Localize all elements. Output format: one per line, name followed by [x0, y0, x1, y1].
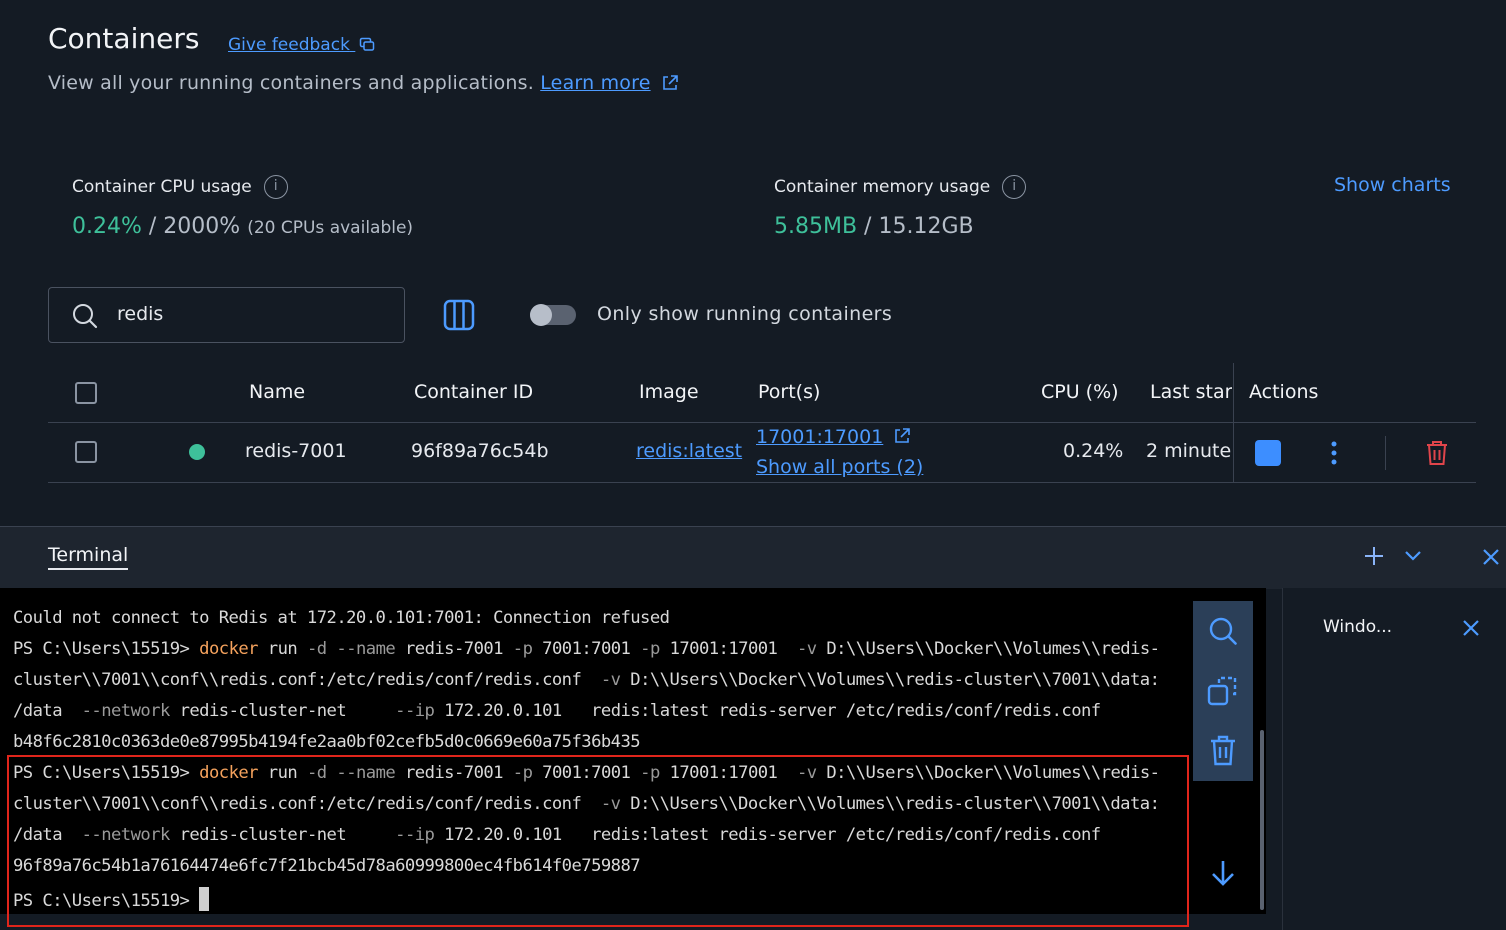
- terminal-line: PS C:\Users\15519> docker run -d --name …: [13, 639, 1160, 659]
- stop-button[interactable]: [1255, 440, 1281, 466]
- close-icon[interactable]: [1481, 547, 1501, 567]
- select-all-checkbox[interactable]: [75, 382, 97, 404]
- side-panel-title[interactable]: Windo...: [1323, 617, 1392, 637]
- terminal-line: Could not connect to Redis at 172.20.0.1…: [13, 608, 670, 628]
- only-running-toggle[interactable]: [530, 304, 576, 326]
- terminal-side-panel: Windo...: [1282, 588, 1506, 930]
- image-link[interactable]: redis:latest: [636, 440, 742, 462]
- terminal-scrollbar[interactable]: [1260, 730, 1264, 910]
- column-header-container-id[interactable]: Container ID: [414, 381, 533, 403]
- more-options-icon[interactable]: [1324, 440, 1344, 466]
- column-header-name[interactable]: Name: [249, 381, 305, 403]
- column-header-last-started[interactable]: Last star: [1150, 381, 1232, 403]
- cpu-total: 2000%: [163, 214, 241, 239]
- columns-icon[interactable]: [443, 299, 475, 331]
- chevron-down-icon[interactable]: [1403, 548, 1423, 564]
- cpu-note: (20 CPUs available): [247, 218, 414, 238]
- external-link-icon: [895, 428, 911, 443]
- subtitle-text: View all your running containers and app…: [48, 72, 534, 94]
- column-header-ports[interactable]: Port(s): [758, 381, 820, 403]
- row-checkbox[interactable]: [75, 441, 97, 463]
- search-icon[interactable]: [1207, 615, 1239, 647]
- feedback-icon: [360, 37, 375, 51]
- cpu-used: 0.24%: [72, 214, 142, 239]
- column-header-image[interactable]: Image: [639, 381, 699, 403]
- cpu-usage-label-text: Container CPU usage: [72, 177, 252, 197]
- port-cell: 17001:17001: [756, 426, 911, 448]
- give-feedback-link[interactable]: Give feedback: [228, 35, 375, 55]
- table-row-divider: [48, 482, 1476, 483]
- memory-total: 15.12GB: [878, 214, 974, 239]
- port-link[interactable]: 17001:17001: [756, 426, 883, 448]
- actions-column-divider: [1233, 363, 1234, 483]
- arrow-down-icon[interactable]: [1209, 858, 1237, 888]
- column-header-actions: Actions: [1249, 381, 1319, 403]
- page-title: Containers: [48, 22, 200, 55]
- tab-terminal[interactable]: Terminal: [48, 544, 129, 570]
- copy-icon[interactable]: [1207, 674, 1239, 708]
- terminal-line: cluster\\7001\\conf\\redis.conf:/etc/red…: [13, 670, 1160, 690]
- close-icon[interactable]: [1462, 619, 1480, 637]
- info-icon[interactable]: i: [263, 175, 288, 199]
- memory-sep: /: [857, 214, 879, 239]
- page-subtitle: View all your running containers and app…: [48, 72, 679, 94]
- running-status-dot: [189, 444, 205, 460]
- external-link-icon: [663, 75, 678, 90]
- memory-usage-value: 5.85MB / 15.12GB: [774, 214, 974, 239]
- learn-more-link[interactable]: Learn more: [540, 72, 650, 94]
- cpu-usage-value: 0.24% / 2000% (20 CPUs available): [72, 214, 413, 239]
- give-feedback-label: Give feedback: [228, 35, 350, 55]
- column-header-cpu[interactable]: CPU (%): [1041, 381, 1119, 403]
- trash-icon[interactable]: [1208, 734, 1238, 768]
- container-name[interactable]: redis-7001: [245, 440, 347, 462]
- search-value: redis: [117, 303, 164, 325]
- toggle-knob: [530, 304, 552, 326]
- search-input[interactable]: redis: [48, 287, 405, 343]
- terminal-toolbar: [1193, 601, 1253, 781]
- cpu-usage-label: Container CPU usage i: [72, 175, 288, 199]
- terminal-header: [0, 526, 1506, 589]
- show-charts-button[interactable]: Show charts: [1334, 174, 1451, 196]
- container-id[interactable]: 96f89a76c54b: [411, 440, 549, 462]
- memory-used: 5.85MB: [774, 214, 858, 239]
- last-started-cell: 2 minute: [1146, 440, 1232, 462]
- action-divider: [1385, 436, 1386, 470]
- show-all-ports-link[interactable]: Show all ports (2): [756, 456, 923, 478]
- highlight-annotation-box: [7, 755, 1189, 927]
- cpu-cell: 0.24%: [1063, 440, 1124, 462]
- search-icon: [73, 304, 98, 329]
- cpu-sep: /: [141, 214, 164, 239]
- terminal-line: b48f6c2810c0363de0e87995b4194fe2aa0bf02c…: [13, 732, 641, 752]
- delete-icon[interactable]: [1424, 439, 1450, 467]
- table-header-divider: [48, 422, 1476, 423]
- only-running-label: Only show running containers: [597, 303, 893, 325]
- memory-usage-label: Container memory usage i: [774, 175, 1027, 199]
- info-icon[interactable]: i: [1002, 175, 1027, 199]
- plus-icon[interactable]: [1363, 545, 1385, 567]
- memory-usage-label-text: Container memory usage: [774, 177, 991, 197]
- terminal-line: /data --network redis-cluster-net --ip 1…: [13, 701, 1101, 721]
